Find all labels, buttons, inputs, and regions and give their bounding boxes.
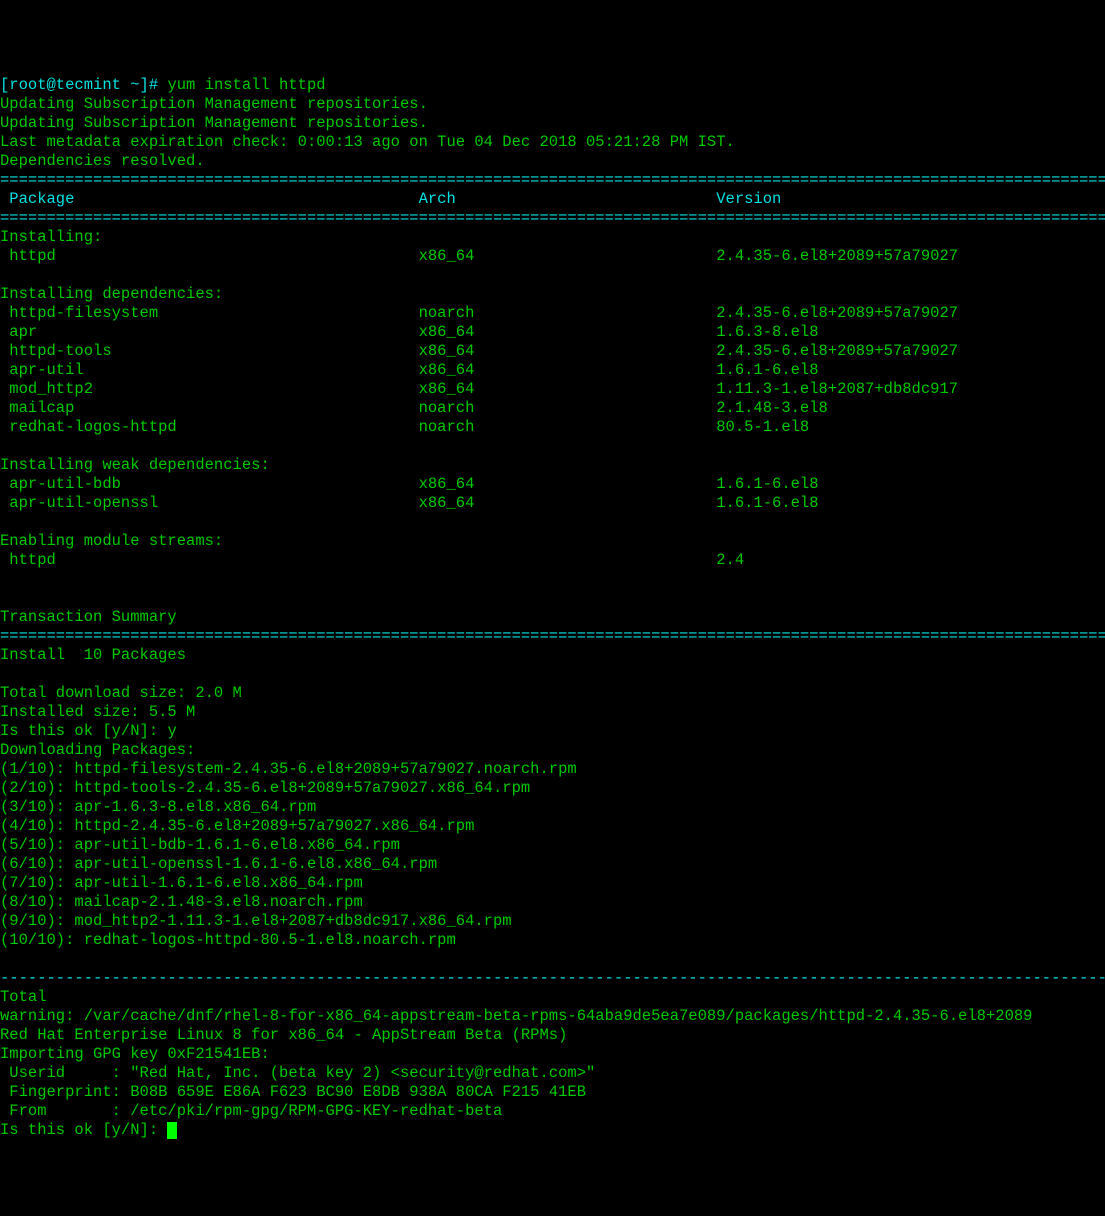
cursor-icon[interactable] <box>167 1122 177 1139</box>
section-dependencies: Installing dependencies: <box>0 285 223 303</box>
summary-title: Transaction Summary <box>0 608 177 626</box>
divider: ========================================… <box>0 209 1105 227</box>
confirm-line: Is this ok [y/N]: y <box>0 722 177 740</box>
package-row: redhat-logos-httpd noarch 80.5-1.el8 <box>0 418 1105 437</box>
downloading-header: Downloading Packages: <box>0 741 195 759</box>
section-streams: Enabling module streams: <box>0 532 223 550</box>
download-row: (9/10): mod_http2-1.11.3-1.el8+2087+db8d… <box>0 912 1105 931</box>
section-weak: Installing weak dependencies: <box>0 456 270 474</box>
package-row: apr x86_64 1.6.3-8.el8 <box>0 323 1105 342</box>
package-row: apr-util-bdb x86_64 1.6.1-6.el8 <box>0 475 1105 494</box>
download-row: (8/10): mailcap-2.1.48-3.el8.noarch.rpm <box>0 893 1105 912</box>
intro-line: Dependencies resolved. <box>0 152 205 170</box>
gpg-userid: Userid : "Red Hat, Inc. (beta key 2) <se… <box>0 1064 595 1082</box>
divider: ========================================… <box>0 171 1105 189</box>
blank <box>0 589 9 607</box>
download-row: (7/10): apr-util-1.6.1-6.el8.x86_64.rpm <box>0 874 1105 893</box>
warning-line: warning: /var/cache/dnf/rhel-8-for-x86_6… <box>0 1007 1032 1025</box>
download-row: (6/10): apr-util-openssl-1.6.1-6.el8.x86… <box>0 855 1105 874</box>
confirm-answer[interactable]: y <box>167 722 176 740</box>
package-row: mailcap noarch 2.1.48-3.el8 <box>0 399 1105 418</box>
package-row: httpd-tools x86_64 2.4.35-6.el8+2089+57a… <box>0 342 1105 361</box>
dash-divider: ----------------------------------------… <box>0 969 1105 987</box>
package-row: httpd 2.4 <box>0 551 1105 570</box>
intro-line: Updating Subscription Management reposit… <box>0 114 428 132</box>
package-group: httpd 2.4 <box>0 551 1105 570</box>
section-installing: Installing: <box>0 228 102 246</box>
download-row: (3/10): apr-1.6.3-8.el8.x86_64.rpm <box>0 798 1105 817</box>
repo-line: Red Hat Enterprise Linux 8 for x86_64 - … <box>0 1026 567 1044</box>
package-row: apr-util-openssl x86_64 1.6.1-6.el8 <box>0 494 1105 513</box>
shell-command: yum install httpd <box>167 76 325 94</box>
package-row: mod_http2 x86_64 1.11.3-1.el8+2087+db8dc… <box>0 380 1105 399</box>
terminal-output[interactable]: [root@tecmint ~]# yum install httpd Upda… <box>0 57 1105 1140</box>
total-line: Total <box>0 988 47 1006</box>
package-group: httpd-filesystem noarch 2.4.35-6.el8+208… <box>0 304 1105 437</box>
intro-line: Last metadata expiration check: 0:00:13 … <box>0 133 735 151</box>
download-size: Total download size: 2.0 M <box>0 684 242 702</box>
gpg-from: From : /etc/pki/rpm-gpg/RPM-GPG-KEY-redh… <box>0 1102 502 1120</box>
package-row: httpd x86_64 2.4.35-6.el8+2089+57a79027 <box>0 247 1105 266</box>
gpg-header: Importing GPG key 0xF21541EB: <box>0 1045 270 1063</box>
download-row: (10/10): redhat-logos-httpd-80.5-1.el8.n… <box>0 931 1105 950</box>
intro-line: Updating Subscription Management reposit… <box>0 95 428 113</box>
header-row: Package Arch Version <box>0 190 781 208</box>
package-group: apr-util-bdb x86_64 1.6.1-6.el8 apr-util… <box>0 475 1105 513</box>
download-row: (5/10): apr-util-bdb-1.6.1-6.el8.x86_64.… <box>0 836 1105 855</box>
confirm-prompt: Is this ok [y/N]: <box>0 1121 167 1139</box>
blank <box>0 665 9 683</box>
installed-size: Installed size: 5.5 M <box>0 703 195 721</box>
prompt-line: [root@tecmint ~]# yum install httpd <box>0 76 326 94</box>
download-group: (1/10): httpd-filesystem-2.4.35-6.el8+20… <box>0 760 1105 950</box>
package-group: httpd x86_64 2.4.35-6.el8+2089+57a79027 <box>0 247 1105 266</box>
confirm-line: Is this ok [y/N]: <box>0 1121 177 1139</box>
package-row: apr-util x86_64 1.6.1-6.el8 <box>0 361 1105 380</box>
summary-install: Install 10 Packages <box>0 646 186 664</box>
download-row: (4/10): httpd-2.4.35-6.el8+2089+57a79027… <box>0 817 1105 836</box>
gpg-fingerprint: Fingerprint: B08B 659E E86A F623 BC90 E8… <box>0 1083 586 1101</box>
package-row: httpd-filesystem noarch 2.4.35-6.el8+208… <box>0 304 1105 323</box>
confirm-prompt: Is this ok [y/N]: <box>0 722 167 740</box>
download-row: (2/10): httpd-tools-2.4.35-6.el8+2089+57… <box>0 779 1105 798</box>
download-row: (1/10): httpd-filesystem-2.4.35-6.el8+20… <box>0 760 1105 779</box>
shell-prompt: [root@tecmint ~]# <box>0 76 167 94</box>
divider: ========================================… <box>0 627 1105 645</box>
